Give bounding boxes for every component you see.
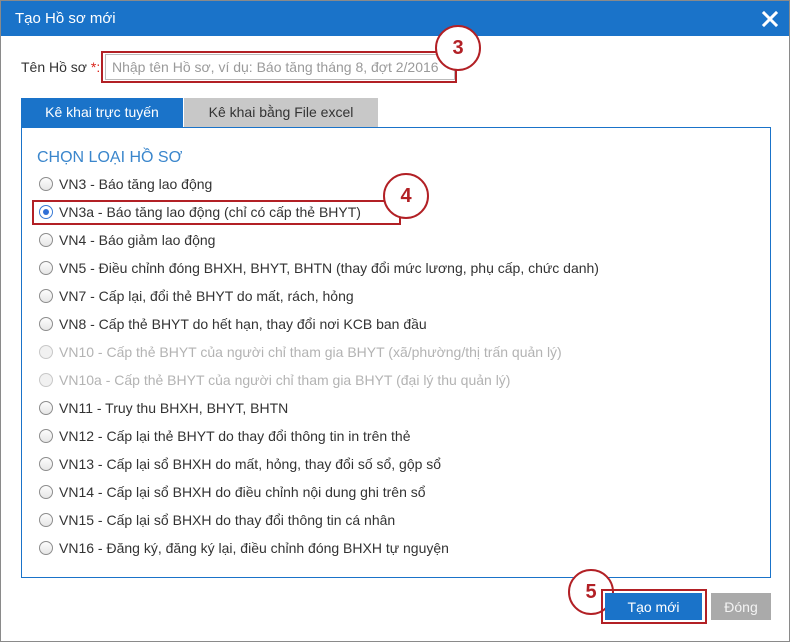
option-label: VN8 - Cấp thẻ BHYT do hết hạn, thay đổi … xyxy=(59,316,427,332)
profile-type-option: VN10a - Cấp thẻ BHYT của người chỉ tham … xyxy=(39,370,510,390)
create-profile-dialog: Tạo Hồ sơ mới Tên Hồ sơ *: Kê khai trực … xyxy=(0,0,790,642)
option-label: VN10 - Cấp thẻ BHYT của người chỉ tham g… xyxy=(59,344,562,360)
profile-name-input[interactable] xyxy=(105,54,455,80)
profile-type-option[interactable]: VN13 - Cấp lại sổ BHXH do mất, hỏng, tha… xyxy=(39,454,441,474)
profile-type-option[interactable]: VN12 - Cấp lại thẻ BHYT do thay đổi thôn… xyxy=(39,426,411,446)
option-label: VN14 - Cấp lại sổ BHXH do điều chỉnh nội… xyxy=(59,484,426,500)
option-label: VN5 - Điều chỉnh đóng BHXH, BHYT, BHTN (… xyxy=(59,260,599,276)
radio-unchecked-icon[interactable] xyxy=(39,429,53,443)
profile-type-option: VN10 - Cấp thẻ BHYT của người chỉ tham g… xyxy=(39,342,562,362)
callout-step-3: 3 xyxy=(435,25,481,71)
close-button[interactable]: Đóng xyxy=(711,593,771,620)
profile-type-option[interactable]: VN3 - Báo tăng lao động xyxy=(39,174,212,194)
option-label: VN7 - Cấp lại, đổi thẻ BHYT do mất, rách… xyxy=(59,288,354,304)
radio-unchecked-icon[interactable] xyxy=(39,177,53,191)
option-label: VN3 - Báo tăng lao động xyxy=(59,176,213,192)
profile-type-option[interactable]: VN7 - Cấp lại, đổi thẻ BHYT do mất, rách… xyxy=(39,286,354,306)
profile-type-option[interactable]: VN15 - Cấp lại sổ BHXH do thay đổi thông… xyxy=(39,510,395,530)
radio-unchecked-icon[interactable] xyxy=(39,289,53,303)
radio-unchecked-icon[interactable] xyxy=(39,261,53,275)
radio-unchecked-icon[interactable] xyxy=(39,401,53,415)
required-mark: *: xyxy=(90,59,101,75)
radio-unchecked-icon xyxy=(39,373,53,387)
radio-checked-icon[interactable] xyxy=(39,205,53,219)
profile-type-option[interactable]: VN8 - Cấp thẻ BHYT do hết hạn, thay đổi … xyxy=(39,314,427,334)
profile-type-option[interactable]: VN14 - Cấp lại sổ BHXH do điều chỉnh nội… xyxy=(39,482,426,502)
profile-type-option[interactable]: VN5 - Điều chỉnh đóng BHXH, BHYT, BHTN (… xyxy=(39,258,599,278)
profile-type-option[interactable]: VN4 - Báo giảm lao động xyxy=(39,230,215,250)
radio-unchecked-icon[interactable] xyxy=(39,485,53,499)
option-label: VN10a - Cấp thẻ BHYT của người chỉ tham … xyxy=(59,372,511,388)
radio-unchecked-icon xyxy=(39,345,53,359)
tab-online-declaration[interactable]: Kê khai trực tuyến xyxy=(21,98,183,127)
option-label: VN11 - Truy thu BHXH, BHYT, BHTN xyxy=(59,400,289,416)
radio-unchecked-icon[interactable] xyxy=(39,233,53,247)
callout-step-4: 4 xyxy=(383,173,429,219)
radio-unchecked-icon[interactable] xyxy=(39,457,53,471)
profile-type-option[interactable]: VN11 - Truy thu BHXH, BHYT, BHTN xyxy=(39,398,288,418)
radio-unchecked-icon[interactable] xyxy=(39,317,53,331)
dialog-titlebar: Tạo Hồ sơ mới xyxy=(1,1,789,36)
profile-name-label: Tên Hồ sơ *: xyxy=(21,59,101,75)
tab-excel-declaration[interactable]: Kê khai bằng File excel xyxy=(184,98,378,127)
option-label: VN15 - Cấp lại sổ BHXH do thay đổi thông… xyxy=(59,512,396,528)
section-title: CHỌN LOẠI HỒ SƠ xyxy=(37,149,183,166)
create-button[interactable]: Tạo mới xyxy=(605,593,702,620)
profile-type-option[interactable]: VN16 - Đăng ký, đăng ký lại, điều chỉnh … xyxy=(39,538,449,558)
radio-unchecked-icon[interactable] xyxy=(39,541,53,555)
option-label: VN12 - Cấp lại thẻ BHYT do thay đổi thôn… xyxy=(59,428,411,444)
dialog-title: Tạo Hồ sơ mới xyxy=(15,10,116,27)
option-label: VN13 - Cấp lại sổ BHXH do mất, hỏng, tha… xyxy=(59,456,442,472)
close-icon[interactable] xyxy=(761,8,779,28)
profile-type-option[interactable]: VN3a - Báo tăng lao động (chỉ có cấp thẻ… xyxy=(39,202,361,222)
option-label: VN4 - Báo giảm lao động xyxy=(59,232,216,248)
radio-unchecked-icon[interactable] xyxy=(39,513,53,527)
option-label: VN3a - Báo tăng lao động (chỉ có cấp thẻ… xyxy=(59,204,361,220)
option-label: VN16 - Đăng ký, đăng ký lại, điều chỉnh … xyxy=(59,540,449,556)
